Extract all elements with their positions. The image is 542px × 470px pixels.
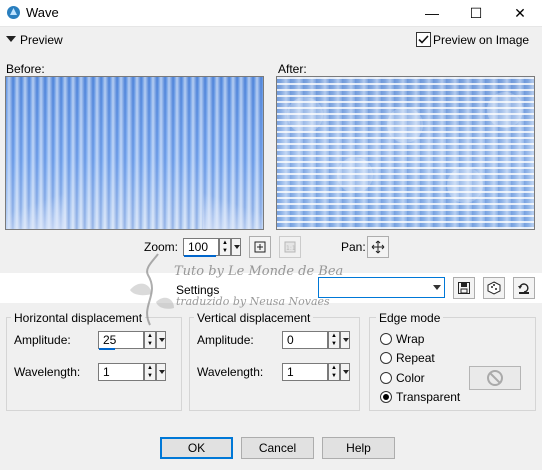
h-amplitude-stepper[interactable]: ▲ ▼ bbox=[144, 331, 156, 349]
h-amplitude-label: Amplitude: bbox=[14, 333, 71, 347]
settings-label: Settings bbox=[176, 283, 220, 297]
edge-mode-title: Edge mode bbox=[376, 311, 444, 325]
v-wavelength-label: Wavelength: bbox=[197, 365, 264, 379]
v-amplitude-stepper[interactable]: ▲ ▼ bbox=[328, 331, 340, 349]
edge-repeat-label[interactable]: Repeat bbox=[396, 351, 435, 365]
edge-color-swatch[interactable] bbox=[469, 366, 521, 390]
edge-wrap-radio[interactable] bbox=[380, 333, 392, 345]
v-amplitude-label: Amplitude: bbox=[197, 333, 254, 347]
window-title: Wave bbox=[26, 5, 59, 20]
edge-transparent-label[interactable]: Transparent bbox=[396, 390, 460, 404]
edge-repeat-radio[interactable] bbox=[380, 352, 392, 364]
paint-shop-icon bbox=[6, 5, 21, 20]
zoom-slider-indicator[interactable] bbox=[184, 255, 216, 257]
before-label: Before: bbox=[6, 62, 45, 76]
pan-move-icon[interactable] bbox=[367, 236, 389, 258]
before-preview-image bbox=[5, 76, 264, 230]
help-button[interactable]: Help bbox=[322, 437, 395, 459]
collapse-arrow-icon[interactable] bbox=[6, 36, 16, 42]
edge-color-radio[interactable] bbox=[380, 372, 392, 384]
disabled-icon bbox=[487, 370, 503, 386]
v-amplitude-input[interactable]: 0 bbox=[282, 331, 328, 349]
edge-transparent-radio[interactable] bbox=[380, 391, 392, 403]
actual-size-icon[interactable]: 1:1 bbox=[279, 236, 301, 258]
vertical-displacement-title: Vertical displacement bbox=[194, 311, 314, 325]
close-button[interactable]: ✕ bbox=[498, 0, 542, 26]
randomize-icon[interactable] bbox=[483, 277, 505, 299]
zoom-dropdown-button[interactable] bbox=[231, 238, 241, 256]
h-wavelength-label: Wavelength: bbox=[14, 365, 81, 379]
ok-button[interactable]: OK bbox=[160, 437, 233, 459]
svg-text:1:1: 1:1 bbox=[286, 245, 296, 252]
v-wavelength-input[interactable]: 1 bbox=[282, 363, 328, 381]
h-amplitude-dropdown-button[interactable] bbox=[156, 331, 166, 349]
zoom-stepper[interactable]: ▲ ▼ bbox=[219, 238, 231, 256]
cancel-button[interactable]: Cancel bbox=[241, 437, 314, 459]
preview-toggle-label[interactable]: Preview bbox=[20, 33, 63, 47]
h-wavelength-input[interactable]: 1 bbox=[98, 363, 144, 381]
checkmark-icon bbox=[418, 35, 429, 44]
title-bar[interactable]: Wave — ☐ ✕ bbox=[0, 0, 542, 27]
preview-on-image-checkbox[interactable] bbox=[416, 32, 431, 47]
h-wavelength-stepper[interactable]: ▲ ▼ bbox=[144, 363, 156, 381]
v-wavelength-dropdown-button[interactable] bbox=[340, 363, 350, 381]
maximize-button[interactable]: ☐ bbox=[454, 0, 498, 26]
v-wavelength-stepper[interactable]: ▲ ▼ bbox=[328, 363, 340, 381]
edge-color-label[interactable]: Color bbox=[396, 371, 425, 385]
horizontal-displacement-title: Horizontal displacement bbox=[11, 311, 146, 325]
zoom-label: Zoom: bbox=[144, 240, 179, 254]
pan-label: Pan: bbox=[341, 240, 366, 254]
h-amplitude-input[interactable]: 25 bbox=[98, 331, 144, 349]
v-amplitude-dropdown-button[interactable] bbox=[340, 331, 350, 349]
zoom-fit-icon[interactable] bbox=[249, 236, 271, 258]
edge-wrap-label[interactable]: Wrap bbox=[396, 332, 424, 346]
minimize-button[interactable]: — bbox=[410, 0, 454, 26]
chevron-down-icon[interactable] bbox=[433, 285, 441, 290]
preview-on-image-label[interactable]: Preview on Image bbox=[433, 33, 529, 47]
after-preview-image[interactable] bbox=[276, 76, 535, 230]
save-preset-icon[interactable] bbox=[453, 277, 475, 299]
h-amplitude-slider-indicator[interactable] bbox=[99, 348, 115, 350]
zoom-input[interactable]: 100 bbox=[183, 238, 219, 256]
h-wavelength-dropdown-button[interactable] bbox=[156, 363, 166, 381]
after-label: After: bbox=[278, 62, 307, 76]
reset-icon[interactable] bbox=[513, 277, 535, 299]
settings-preset-select[interactable] bbox=[318, 277, 445, 298]
